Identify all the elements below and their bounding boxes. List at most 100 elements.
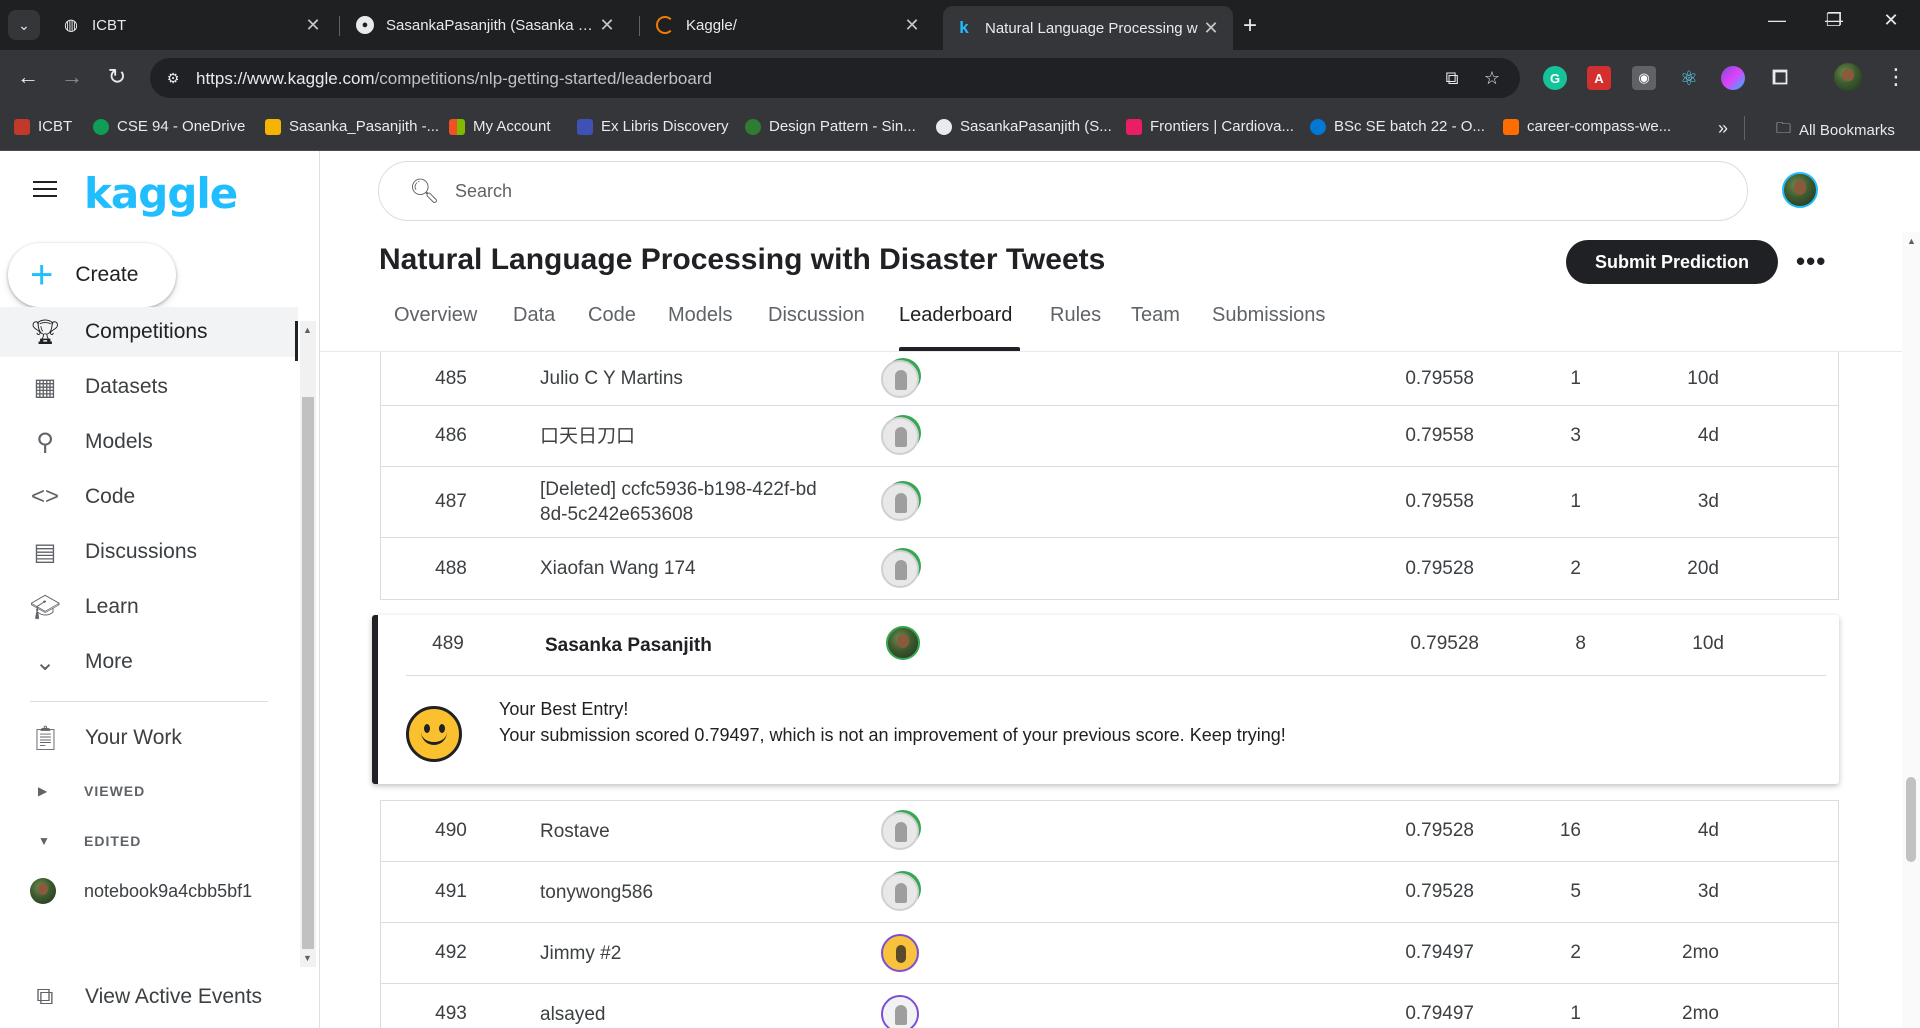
team-name-link[interactable]: Jimmy #2 [540,941,860,966]
all-bookmarks[interactable]: 🗀 All Bookmarks [1776,118,1895,143]
bookmark-item[interactable]: ICBT [14,118,72,135]
address-bar[interactable]: ⚙ https://www.kaggle.com/competitions/nl… [150,58,1520,98]
close-window-icon[interactable]: ✕ [1871,10,1911,31]
close-icon[interactable]: ✕ [303,15,323,36]
team-name-link[interactable]: [Deleted] ccfc5936-b198-422f-bd 8d-5c242e… [540,477,860,527]
team-name-link[interactable]: tonywong586 [540,880,860,905]
bookmark-item[interactable]: SasankaPasanjith (S... [936,118,1112,135]
table-row[interactable]: 490 Rostave 0.79528 16 4d [380,800,1839,862]
page-scrollbar[interactable]: ▲ [1902,232,1920,1028]
react-devtools-icon[interactable]: ⚛ [1677,66,1701,90]
close-icon[interactable]: ✕ [597,15,617,36]
team-name-link[interactable]: alsayed [540,1002,860,1027]
team-avatar[interactable] [881,483,919,521]
restore-icon[interactable]: ❐ [1814,10,1854,31]
bookmark-item[interactable]: Frontiers | Cardiova... [1126,118,1294,135]
team-name-link[interactable]: Julio C Y Martins [540,366,860,391]
sidebar-item-your-work[interactable]: 📋︎ Your Work [0,713,298,763]
team-name-link[interactable]: Xiaofan Wang 174 [540,556,860,581]
tab-rules[interactable]: Rules [1050,304,1101,327]
team-avatar[interactable] [881,359,919,398]
caret-right-icon[interactable]: ▶ [38,784,47,798]
scroll-up-icon[interactable]: ▲ [1907,236,1916,246]
table-row[interactable]: 485 Julio C Y Martins 0.79558 1 10d [380,352,1839,406]
bookmark-item[interactable]: BSc SE batch 22 - O... [1310,118,1485,135]
back-icon[interactable]: ← [14,64,42,90]
install-app-icon[interactable]: ⧉ [1440,68,1464,89]
new-tab-button[interactable]: + [1243,12,1257,40]
team-avatar[interactable] [881,417,919,455]
view-active-events[interactable]: ⧉ View Active Events [0,972,300,1022]
edited-section-label[interactable]: EDITED [84,833,141,849]
close-icon[interactable]: ✕ [1201,18,1221,39]
table-row[interactable]: 486 口天日刀口 0.79558 3 4d [380,405,1839,467]
extension-orb-icon[interactable] [1721,66,1745,90]
sidebar-item-competitions[interactable]: 🏆︎ Competitions [0,307,298,357]
scroll-up-icon[interactable]: ▲ [303,325,312,335]
table-row[interactable]: 492 Jimmy #2 0.79497 2 2mo [380,922,1839,984]
search-input[interactable]: 🔍︎ Search [378,161,1748,221]
tab-search-button[interactable]: ⌄ [8,10,40,40]
sidebar-item-datasets[interactable]: ▦ Datasets [0,362,298,412]
sidebar-item-code[interactable]: <> Code [0,472,298,522]
scroll-down-icon[interactable]: ▼ [303,953,312,963]
tab-overview[interactable]: Overview [394,304,477,327]
scrollbar-thumb[interactable] [1906,777,1916,862]
team-name-link[interactable]: Sasanka Pasanjith [545,633,865,658]
kaggle-logo[interactable]: kaggle [84,169,238,218]
sidebar-item-learn[interactable]: 🎓︎ Learn [0,582,298,632]
tab-data[interactable]: Data [513,304,555,327]
bookmark-item[interactable]: Design Pattern - Sin... [745,118,916,135]
table-row[interactable]: 488 Xiaofan Wang 174 0.79528 2 20d [380,537,1839,600]
minimize-icon[interactable]: — [1757,10,1797,31]
tab-discussion[interactable]: Discussion [768,304,865,327]
tab-models[interactable]: Models [668,304,732,327]
browser-tab-nlp[interactable]: k Natural Language Processing w ✕ [943,6,1233,50]
sidebar-item-models[interactable]: ⚲ Models [0,417,298,467]
team-avatar[interactable] [881,995,919,1028]
tab-code[interactable]: Code [588,304,636,327]
tab-team[interactable]: Team [1131,304,1180,327]
browser-tab-icbt[interactable]: ◍ ICBT ✕ [50,6,335,44]
caret-down-icon[interactable]: ▼ [38,834,50,848]
table-row[interactable]: 487 [Deleted] ccfc5936-b198-422f-bd 8d-5c… [380,466,1839,538]
bookmark-item[interactable]: career-compass-we... [1503,118,1671,135]
bookmark-item[interactable]: Ex Libris Discovery [577,118,729,135]
site-info-icon[interactable]: ⚙ [162,67,184,89]
browser-tab-github[interactable]: ● SasankaPasanjith (Sasanka Pasa ✕ [344,6,629,44]
team-name-link[interactable]: Rostave [540,819,860,844]
camera-icon[interactable]: ◉ [1632,66,1656,90]
grammarly-icon[interactable]: G [1543,66,1567,90]
star-icon[interactable]: ☆ [1480,68,1504,89]
team-name-link[interactable]: 口天日刀口 [540,424,860,449]
bookmark-item[interactable]: Sasanka_Pasanjith -... [265,118,439,135]
bookmark-item[interactable]: My Account [449,118,551,135]
tab-leaderboard[interactable]: Leaderboard [899,304,1012,327]
table-row[interactable]: 491 tonywong586 0.79528 5 3d [380,861,1839,923]
sidebar-item-discussions[interactable]: ▤ Discussions [0,527,298,577]
tab-submissions[interactable]: Submissions [1212,304,1325,327]
team-avatar[interactable] [886,626,920,660]
forward-icon[interactable]: → [58,64,86,90]
more-options-icon[interactable]: ••• [1796,246,1826,277]
close-icon[interactable]: ✕ [902,15,922,36]
user-avatar[interactable] [1782,172,1818,208]
viewed-section-label[interactable]: VIEWED [84,783,145,799]
table-row[interactable]: 493 alsayed 0.79497 1 2mo [380,983,1839,1028]
sidebar-item-notebook[interactable]: notebook9a4cbb5bf1 [0,866,298,916]
browser-tab-kaggle[interactable]: Kaggle/ ✕ [644,6,934,44]
profile-avatar[interactable] [1834,63,1862,91]
team-avatar[interactable] [881,812,919,850]
bookmarks-overflow-icon[interactable]: » [1718,118,1728,139]
scrollbar-thumb[interactable] [302,397,314,949]
team-avatar[interactable] [881,934,919,972]
sidebar-scrollbar[interactable]: ▲ ▼ [300,321,316,967]
create-button[interactable]: + Create [8,243,176,307]
bookmark-item[interactable]: CSE 94 - OneDrive [93,118,245,135]
own-table-row[interactable]: 489 Sasanka Pasanjith 0.79528 8 10d [378,615,1839,675]
reload-icon[interactable]: ↻ [103,64,131,90]
sidebar-item-more[interactable]: ⌄ More [0,637,298,687]
team-avatar[interactable] [881,549,919,588]
team-avatar[interactable] [881,873,919,911]
extensions-icon[interactable]: ⧠ [1768,66,1792,90]
